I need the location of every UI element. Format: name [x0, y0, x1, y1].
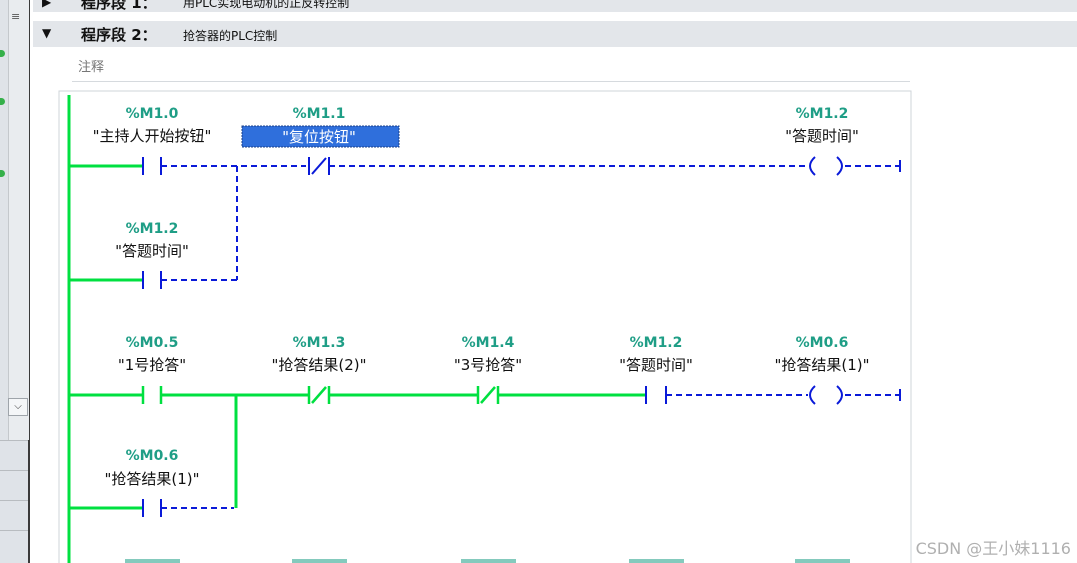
- contact-address: %M1.0: [126, 106, 179, 122]
- coil-address: %M1.2: [796, 106, 849, 122]
- contact-tag: "1号抢答": [118, 356, 186, 374]
- contact-m1-3[interactable]: [307, 386, 331, 404]
- contact-address: %M1.3: [293, 335, 346, 351]
- rung-1: %M1.0 "主持人开始按钮" %M1.1 "复位按钮" %M1.2 "答题时间…: [69, 106, 901, 289]
- contact-address: %M1.2: [126, 221, 179, 237]
- contact-m1-2-latch[interactable]: [142, 271, 162, 289]
- ladder-diagram: %M1.0 "主持人开始按钮" %M1.1 "复位按钮" %M1.2 "答题时间…: [58, 90, 912, 563]
- contact-tag: "抢答结果(1)": [104, 470, 199, 488]
- contact-address: %M0.6: [126, 448, 179, 464]
- contact-address: %M1.1: [293, 106, 346, 122]
- rung-2: %M0.5 "1号抢答" %M1.3 "抢答结果(2)" %M1.4 "3号抢答…: [69, 335, 901, 517]
- contact-m0-5[interactable]: [141, 386, 163, 404]
- contact-tag: "3号抢答": [454, 356, 522, 374]
- contact-address: %M1.4: [462, 335, 515, 351]
- contact-m1-0[interactable]: [142, 157, 162, 175]
- network-frame: [58, 90, 912, 563]
- contact-m0-6-latch[interactable]: [142, 499, 162, 517]
- coil-m1-2[interactable]: [809, 156, 843, 176]
- contact-address: %M1.2: [630, 335, 683, 351]
- contact-tag: "答题时间": [115, 242, 189, 260]
- contact-m1-2-r2[interactable]: [645, 386, 667, 404]
- contact-tag: "抢答结果(2)": [271, 356, 366, 374]
- coil-tag: "抢答结果(1)": [774, 356, 869, 374]
- contact-tag: "答题时间": [619, 356, 693, 374]
- coil-m0-6[interactable]: [809, 385, 843, 405]
- contact-m1-1[interactable]: [308, 157, 330, 175]
- rung-3-cutoff: [125, 559, 850, 563]
- contact-address: %M0.5: [126, 335, 179, 351]
- watermark: CSDN @王小妹1116: [915, 539, 1071, 558]
- contact-tag: "主持人开始按钮": [93, 127, 212, 145]
- coil-tag: "答题时间": [785, 127, 859, 145]
- coil-address: %M0.6: [796, 335, 849, 351]
- contact-tag-selected[interactable]: "复位按钮": [282, 128, 356, 146]
- contact-m1-4[interactable]: [476, 386, 500, 404]
